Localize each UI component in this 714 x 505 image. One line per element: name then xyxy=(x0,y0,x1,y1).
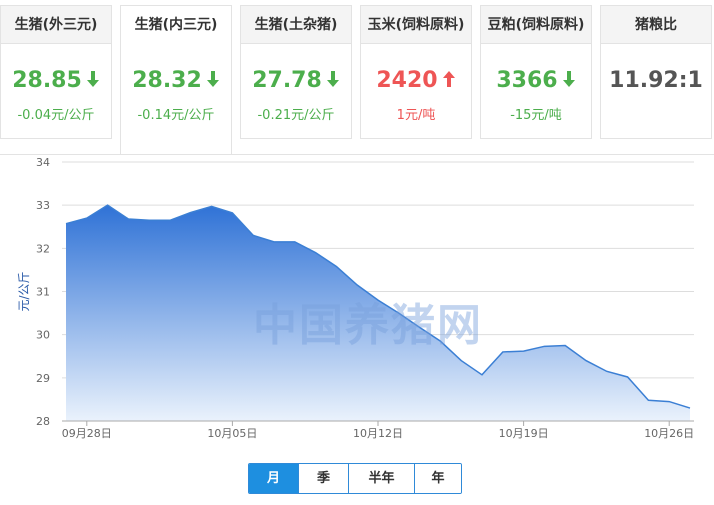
data-point[interactable] xyxy=(645,397,651,403)
data-point[interactable] xyxy=(209,203,215,209)
data-point[interactable] xyxy=(354,282,360,288)
data-point[interactable] xyxy=(666,399,672,405)
indicator-cards: 生猪(外三元) 28.85 -0.04元/公斤 生猪(内三元) 28.32 -0.14元/… xyxy=(0,0,714,160)
y-axis-label: 元/公斤 xyxy=(17,271,31,311)
data-point[interactable] xyxy=(562,342,568,348)
data-point[interactable] xyxy=(687,405,693,411)
indicator-value-text: 28.32 xyxy=(132,68,202,93)
indicator-value-text: 11.92:1 xyxy=(609,68,703,93)
indicator-card-value: 27.78 xyxy=(241,68,351,94)
indicator-value-text: 28.85 xyxy=(12,68,82,93)
indicator-card-change: 1元/吨 xyxy=(396,108,436,123)
data-point[interactable] xyxy=(271,239,277,245)
indicator-card-value: 2420 xyxy=(361,68,471,94)
indicator-card-change: -15元/吨 xyxy=(510,108,562,123)
indicator-card-title: 生猪(内三元) xyxy=(121,6,231,44)
range-half-year-button[interactable]: 半年 xyxy=(349,464,415,493)
indicator-card-title: 玉米(饲料原料) xyxy=(361,6,471,44)
data-point[interactable] xyxy=(125,216,131,222)
data-point[interactable] xyxy=(84,215,90,221)
y-tick-label: 33 xyxy=(36,199,50,212)
range-month-button[interactable]: 月 xyxy=(249,464,299,493)
data-point[interactable] xyxy=(333,263,339,269)
data-point[interactable] xyxy=(292,239,298,245)
indicator-card-title: 豆粕(饲料原料) xyxy=(481,6,591,44)
indicator-card-value: 28.32 xyxy=(121,68,231,94)
indicator-card-value: 11.92:1 xyxy=(601,68,711,93)
x-tick-label: 10月19日 xyxy=(499,427,549,440)
indicator-card-change: -0.14元/公斤 xyxy=(137,108,215,123)
watermark-text: 中国养猪网 xyxy=(253,300,483,351)
indicator-card-value: 3366 xyxy=(481,68,591,94)
data-point[interactable] xyxy=(188,210,194,216)
data-point[interactable] xyxy=(167,217,173,223)
data-point[interactable] xyxy=(458,358,464,364)
data-point[interactable] xyxy=(583,358,589,364)
data-point[interactable] xyxy=(63,221,69,227)
y-tick-label: 29 xyxy=(36,372,50,385)
indicator-card-1[interactable]: 生猪(内三元) 28.32 -0.14元/公斤 xyxy=(120,5,232,155)
data-point[interactable] xyxy=(313,250,319,256)
data-point[interactable] xyxy=(541,343,547,349)
range-quarter-button[interactable]: 季 xyxy=(299,464,349,493)
indicator-card-title: 生猪(土杂猪) xyxy=(241,6,351,44)
indicator-card-title: 生猪(外三元) xyxy=(1,6,111,44)
indicator-card-change: -0.04元/公斤 xyxy=(17,108,95,123)
indicator-card-2[interactable]: 生猪(土杂猪) 27.78 -0.21元/公斤 xyxy=(240,5,352,139)
data-point[interactable] xyxy=(146,217,152,223)
data-point[interactable] xyxy=(625,374,631,380)
x-tick-label: 10月05日 xyxy=(207,427,257,440)
y-tick-label: 31 xyxy=(36,286,50,299)
y-tick-label: 32 xyxy=(36,242,50,255)
arrow-down-icon xyxy=(562,69,576,94)
indicator-card-3[interactable]: 玉米(饲料原料) 2420 1元/吨 xyxy=(360,5,472,139)
indicator-card-0[interactable]: 生猪(外三元) 28.85 -0.04元/公斤 xyxy=(0,5,112,139)
indicator-value-text: 2420 xyxy=(376,68,438,93)
indicator-card-change: -0.21元/公斤 xyxy=(257,108,335,123)
indicator-value-text: 3366 xyxy=(496,68,558,93)
data-point[interactable] xyxy=(500,349,506,355)
indicator-card-value: 28.85 xyxy=(1,68,111,94)
arrow-down-icon xyxy=(86,69,100,94)
range-year-button[interactable]: 年 xyxy=(415,464,461,493)
x-tick-label: 09月28日 xyxy=(62,427,112,440)
indicator-card-4[interactable]: 豆粕(饲料原料) 3366 -15元/吨 xyxy=(480,5,592,139)
y-tick-label: 30 xyxy=(36,329,50,342)
data-point[interactable] xyxy=(479,372,485,378)
x-tick-label: 10月12日 xyxy=(353,427,403,440)
data-point[interactable] xyxy=(521,348,527,354)
arrow-up-icon xyxy=(442,69,456,94)
arrow-down-icon xyxy=(326,69,340,94)
arrow-down-icon xyxy=(206,69,220,94)
data-point[interactable] xyxy=(250,232,256,238)
indicator-value-text: 27.78 xyxy=(252,68,322,93)
y-tick-label: 28 xyxy=(36,415,50,428)
indicator-card-5[interactable]: 猪粮比 11.92:1 xyxy=(600,5,712,139)
data-point[interactable] xyxy=(604,368,610,374)
indicator-card-title: 猪粮比 xyxy=(601,6,711,44)
data-point[interactable] xyxy=(229,210,235,216)
y-tick-label: 34 xyxy=(36,156,50,169)
time-range-selector: 月季半年年 xyxy=(248,463,462,494)
x-tick-label: 10月26日 xyxy=(644,427,694,440)
data-point[interactable] xyxy=(105,202,111,208)
